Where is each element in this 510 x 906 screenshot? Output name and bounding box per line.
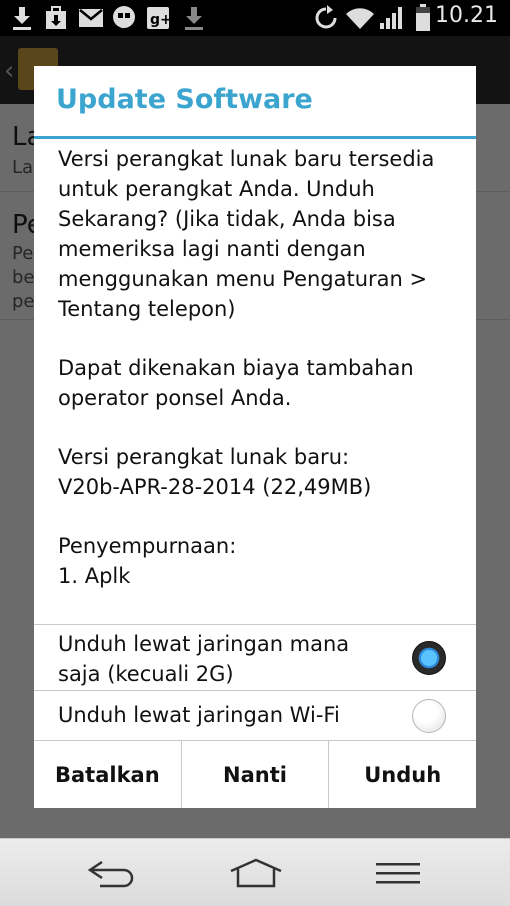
update-software-dialog: Update Software Versi perangkat lunak ba… — [34, 66, 476, 808]
dialog-title: Update Software — [56, 84, 313, 115]
message-paragraph: Versi perangkat lunak baru tersedia untu… — [58, 147, 435, 321]
status-time: 10.21 — [435, 3, 498, 28]
option-wifi-only[interactable]: Unduh lewat jaringan Wi-Fi — [34, 690, 476, 740]
message-paragraph: Dapat dikenakan biaya tambahan operator … — [58, 356, 414, 410]
status-bar: g+ 10.21 — [0, 0, 510, 36]
option-label: Unduh lewat jaringan mana saja (kecuali … — [58, 632, 350, 686]
title-divider — [34, 136, 476, 139]
improvements-label: Penyempurnaan: — [58, 534, 237, 558]
improvements-info: Penyempurnaan: 1. Aplk — [58, 531, 462, 591]
radio-unselected-icon[interactable] — [412, 699, 446, 733]
menu-icon[interactable] — [368, 853, 428, 893]
dialog-button-bar: Batalkan Nanti Unduh — [34, 740, 476, 808]
signal-icon — [378, 4, 406, 32]
navigation-bar — [0, 838, 510, 906]
store-download-icon — [42, 4, 70, 32]
version-value: V20b-APR-28-2014 (22,49MB) — [58, 475, 372, 499]
hangouts-icon — [110, 4, 138, 32]
download-icon — [8, 4, 36, 32]
dialog-message: Versi perangkat lunak baru tersedia untu… — [58, 144, 462, 620]
wifi-icon — [344, 4, 376, 32]
download-icon — [180, 4, 208, 32]
download-button[interactable]: Unduh — [329, 741, 476, 808]
battery-icon — [412, 4, 434, 32]
later-button[interactable]: Nanti — [182, 741, 330, 808]
google-plus-icon: g+ — [144, 4, 172, 32]
option-label: Unduh lewat jaringan Wi-Fi — [58, 703, 340, 727]
sync-icon — [312, 4, 340, 32]
gmail-icon — [76, 4, 106, 32]
improvements-value: 1. Aplk — [58, 564, 131, 588]
cancel-button[interactable]: Batalkan — [34, 741, 182, 808]
version-label: Versi perangkat lunak baru: — [58, 445, 350, 469]
svg-text:g+: g+ — [150, 12, 170, 28]
home-icon[interactable] — [226, 853, 286, 893]
back-icon[interactable] — [82, 853, 142, 893]
radio-selected-icon[interactable] — [412, 641, 446, 675]
option-any-network[interactable]: Unduh lewat jaringan mana saja (kecuali … — [34, 624, 476, 690]
version-info: Versi perangkat lunak baru: V20b-APR-28-… — [58, 442, 462, 502]
